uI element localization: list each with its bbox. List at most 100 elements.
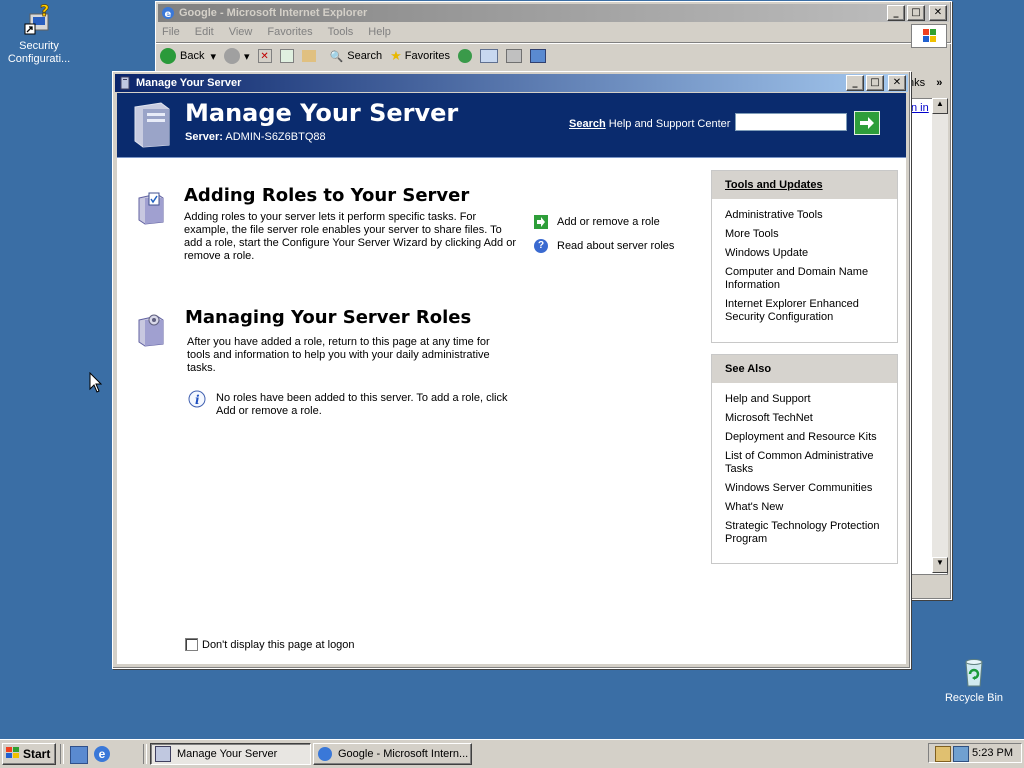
adding-roles-text: Adding roles to your server lets it perf… <box>184 211 517 262</box>
task-manage-your-server[interactable]: Manage Your Server <box>150 743 311 765</box>
mys-close-button[interactable]: ✕ <box>888 75 906 91</box>
info-icon: i <box>188 390 206 408</box>
history-icon[interactable] <box>458 49 472 63</box>
home-icon[interactable] <box>301 50 316 62</box>
desktop-icon-label: Security Configurati... <box>7 40 71 65</box>
tools-updates-panel: Tools and Updates Administrative Tools M… <box>711 170 898 343</box>
svg-text:i: i <box>195 393 200 407</box>
server-icon <box>118 76 132 90</box>
ie-menubar: File Edit View Favorites Tools Help <box>156 22 951 43</box>
ie-close-button[interactable]: ✕ <box>929 5 947 21</box>
taskbar: Start e Manage Your Server Google - Micr… <box>0 739 1024 768</box>
mys-banner: Manage Your Server Server: ADMIN-S6Z6BTQ… <box>117 93 906 158</box>
scroll-down-button[interactable]: ▼ <box>932 557 948 573</box>
search-go-button[interactable] <box>854 111 880 135</box>
tools-link-ie-esc[interactable]: Internet Explorer Enhanced Security Conf… <box>725 298 885 324</box>
chevron-down-icon: ▾ <box>244 50 250 63</box>
desktop-icon-recycle-bin[interactable]: Recycle Bin <box>934 656 1014 705</box>
server-name: ADMIN-S6Z6BTQ88 <box>225 131 326 143</box>
see-also-link-technet[interactable]: Microsoft TechNet <box>725 412 885 425</box>
ie-toolbar: Back ▾ ▾ ✕ 🔍 Search ★ Favorites <box>156 43 951 68</box>
dont-display-label: Don't display this page at logon <box>202 638 355 651</box>
tray-icon-config[interactable] <box>935 746 951 762</box>
mys-titlebar[interactable]: Manage Your Server _ □ ✕ <box>115 74 908 92</box>
help-search-input[interactable] <box>735 113 847 131</box>
mys-title: Manage Your Server <box>136 77 242 89</box>
ie-titlebar[interactable]: e Google - Microsoft Internet Explorer _… <box>158 4 949 22</box>
ie-quicklaunch-icon[interactable]: e <box>94 746 110 762</box>
see-also-link-stpp[interactable]: Strategic Technology Protection Program <box>725 520 885 546</box>
ie-minimize-button[interactable]: _ <box>887 5 905 21</box>
task-internet-explorer[interactable]: Google - Microsoft Intern... <box>313 743 472 765</box>
back-button[interactable]: Back ▾ <box>160 48 216 64</box>
favorites-button[interactable]: ★ Favorites <box>390 48 450 64</box>
search-button[interactable]: 🔍 Search <box>330 50 383 63</box>
ie-scrollbar[interactable]: ▲ ▼ <box>932 98 948 573</box>
svg-text:?: ? <box>40 4 49 20</box>
dont-display-option[interactable]: Don't display this page at logon <box>185 638 355 651</box>
adding-roles-icon <box>135 190 167 226</box>
system-tray: 5:23 PM <box>928 743 1022 763</box>
print-icon[interactable] <box>506 49 522 63</box>
server-large-icon <box>127 99 175 149</box>
mys-minimize-button[interactable]: _ <box>846 75 864 91</box>
no-roles-info: No roles have been added to this server.… <box>216 392 508 417</box>
menu-favorites[interactable]: Favorites <box>267 26 312 38</box>
desktop-icon-label: Recycle Bin <box>944 692 1004 704</box>
tools-link-administrative-tools[interactable]: Administrative Tools <box>725 209 885 222</box>
ie-maximize-button[interactable]: □ <box>907 5 925 21</box>
managing-roles-icon <box>135 312 167 348</box>
see-also-link-whats-new[interactable]: What's New <box>725 501 885 514</box>
start-button[interactable]: Start <box>2 743 56 765</box>
tools-updates-title: Tools and Updates <box>712 171 897 199</box>
back-arrow-icon <box>160 48 176 64</box>
stop-icon[interactable]: ✕ <box>257 49 272 63</box>
read-about-roles-link[interactable]: ? Read about server roles <box>534 239 674 253</box>
edit-icon[interactable] <box>530 49 546 63</box>
tools-link-windows-update[interactable]: Windows Update <box>725 247 885 260</box>
clock[interactable]: 5:23 PM <box>972 747 1013 759</box>
links-bar-fragment[interactable]: nks » <box>908 77 948 93</box>
refresh-icon[interactable] <box>279 49 294 63</box>
tray-icon-network[interactable] <box>953 746 969 762</box>
ie-icon <box>318 747 332 761</box>
show-desktop-icon[interactable] <box>70 746 88 764</box>
server-icon <box>155 746 171 762</box>
menu-file[interactable]: File <box>162 26 180 38</box>
search-label: Search Help and Support Center <box>569 118 731 130</box>
mouse-cursor-icon <box>89 371 103 397</box>
recycle-bin-icon <box>958 656 990 688</box>
tools-link-computer-domain[interactable]: Computer and Domain Name Information <box>725 266 885 292</box>
search-icon: 🔍 <box>329 50 344 63</box>
see-also-link-deployment-kits[interactable]: Deployment and Resource Kits <box>725 431 885 444</box>
tools-link-more-tools[interactable]: More Tools <box>725 228 885 241</box>
desktop-icon-security-configuration[interactable]: ? Security Configurati... <box>0 1 80 66</box>
menu-tools[interactable]: Tools <box>328 26 354 38</box>
help-icon: ? <box>534 239 548 253</box>
server-info: Server: ADMIN-S6Z6BTQ88 <box>185 131 326 143</box>
forward-button[interactable]: ▾ <box>224 48 250 64</box>
see-also-link-help-support[interactable]: Help and Support <box>725 393 885 406</box>
menu-view[interactable]: View <box>229 26 253 38</box>
mail-icon[interactable] <box>480 49 498 63</box>
see-also-link-admin-tasks[interactable]: List of Common Administrative Tasks <box>725 450 885 476</box>
add-remove-role-link[interactable]: Add or remove a role <box>534 215 660 229</box>
manage-your-server-window[interactable]: Manage Your Server _ □ ✕ Manage Your Ser… <box>112 71 911 669</box>
windows-flag-icon <box>6 746 20 762</box>
star-icon: ★ <box>390 48 402 63</box>
windows-logo-icon <box>911 24 947 48</box>
security-config-icon: ? <box>24 1 56 36</box>
mys-maximize-button[interactable]: □ <box>866 75 884 91</box>
green-arrow-icon <box>534 215 548 229</box>
chevron-right-icon: » <box>936 77 943 89</box>
see-also-link-communities[interactable]: Windows Server Communities <box>725 482 885 495</box>
dont-display-checkbox[interactable] <box>185 638 198 651</box>
ie-title: Google - Microsoft Internet Explorer <box>179 7 368 19</box>
banner-heading: Manage Your Server <box>185 99 459 127</box>
menu-help[interactable]: Help <box>368 26 391 38</box>
server-label: Server: <box>185 131 223 143</box>
scroll-up-button[interactable]: ▲ <box>932 98 948 114</box>
quick-launch-separator <box>60 744 64 764</box>
ie-icon: e <box>161 6 175 20</box>
menu-edit[interactable]: Edit <box>195 26 214 38</box>
